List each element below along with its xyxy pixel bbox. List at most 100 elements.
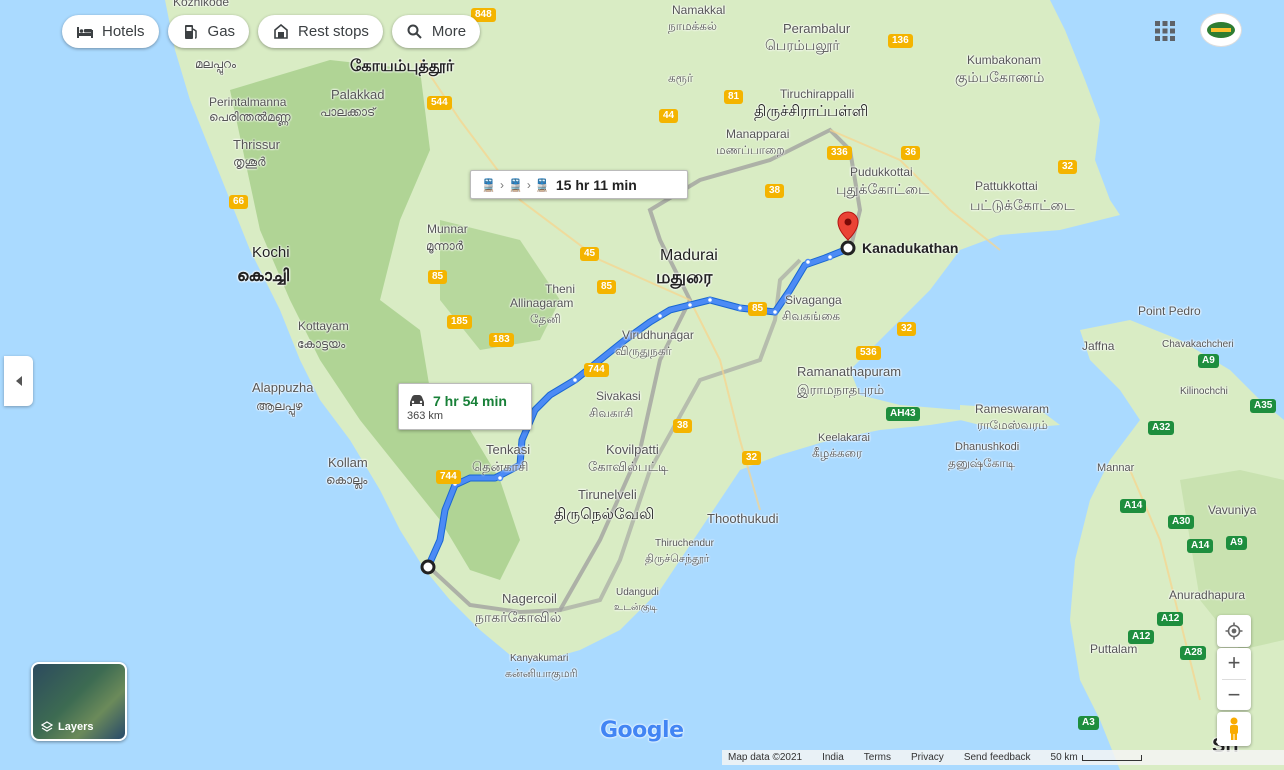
- road-shield: A9: [1226, 536, 1247, 550]
- rest-stop-icon: [272, 23, 290, 41]
- transit-route-callout[interactable]: 🚆 › 🚆 › 🚆 15 hr 11 min: [470, 170, 688, 199]
- place-pudukkottai-ta: புதுக்கோட்டை: [836, 181, 930, 197]
- region-link[interactable]: India: [822, 752, 844, 763]
- place-ramanathapuram-ta: இராமநாதபுரம்: [797, 382, 885, 397]
- place-pattukkottai-ta: பட்டுக்கோட்டை: [970, 197, 1075, 213]
- scale-bar[interactable]: 50 km: [1051, 752, 1142, 763]
- place-rameswaram-ta: ராமேஸ்வரம்: [977, 418, 1048, 432]
- place-kanyakumari-ta: கன்னியாகுமரி: [505, 668, 578, 680]
- place-pudukkottai: Pudukkottai: [850, 165, 913, 179]
- my-location-button[interactable]: [1217, 615, 1251, 647]
- road-shield: A12: [1157, 612, 1184, 626]
- place-madurai: Madurai: [660, 247, 718, 264]
- more-chip[interactable]: More: [391, 15, 481, 48]
- gas-chip[interactable]: Gas: [167, 15, 250, 48]
- destination-label[interactable]: Kanadukathan: [862, 240, 958, 256]
- account-avatar[interactable]: [1200, 13, 1242, 47]
- place-malappuram-ml: മലപ്പുറം: [195, 57, 237, 71]
- place-kochi-ml: കൊച്ചി: [237, 268, 289, 285]
- place-chavakachcheri: Chavakachcheri: [1162, 339, 1234, 350]
- privacy-link[interactable]: Privacy: [911, 752, 944, 763]
- chevron-right-icon: ›: [499, 177, 504, 192]
- road-shield: 85: [428, 270, 448, 284]
- hotels-chip-label: Hotels: [102, 23, 145, 40]
- place-kovilpatti-ta: கோவில்பட்டி: [588, 459, 669, 474]
- street-view-pegman[interactable]: [1217, 712, 1251, 746]
- road-shield: A12: [1128, 630, 1155, 644]
- origin-marker-icon: [420, 559, 436, 575]
- caret-left-icon: [15, 376, 22, 386]
- road-shield: 85: [748, 302, 768, 316]
- drive-duration: 7 hr 54 min: [433, 393, 507, 409]
- google-logo: Google: [600, 718, 684, 743]
- place-thiruchendur: Thiruchendur: [655, 538, 714, 549]
- rest-stops-chip[interactable]: Rest stops: [258, 15, 383, 48]
- place-tirunelveli: Tirunelveli: [578, 487, 637, 502]
- road-shield: 536: [856, 346, 881, 360]
- road-shield: 44: [659, 109, 679, 123]
- place-theni-ta: தேனி: [530, 312, 561, 326]
- road-shield: 744: [584, 363, 609, 377]
- place-kilinochchi: Kilinochchi: [1180, 386, 1228, 397]
- scale-label: 50 km: [1050, 752, 1078, 763]
- more-chip-label: More: [431, 23, 467, 40]
- train-icon: 🚆: [481, 177, 496, 192]
- place-manapparai: Manapparai: [726, 127, 790, 141]
- place-kovilpatti: Kovilpatti: [606, 442, 659, 457]
- road-shield: 36: [901, 146, 921, 160]
- road-shield: 32: [1058, 160, 1078, 174]
- bed-icon: [76, 23, 94, 41]
- transit-duration: 15 hr 11 min: [555, 176, 637, 193]
- place-udangudi-ta: உடன்குடி: [614, 602, 658, 613]
- terms-link[interactable]: Terms: [864, 752, 891, 763]
- place-thiruchendur-ta: திருச்செந்தூர்: [645, 553, 710, 565]
- drive-distance: 363 km: [407, 410, 444, 422]
- place-coimbatore-ta: கோயம்புத்தூர்: [350, 58, 455, 75]
- place-allinagaram: Allinagaram: [510, 296, 574, 310]
- layers-button[interactable]: Layers: [31, 662, 127, 741]
- place-virudhunagar-ta: விருதுநகர்: [615, 344, 672, 358]
- place-keelakarai-ta: கீழக்கரை: [812, 446, 863, 460]
- place-kochi: Kochi: [252, 244, 290, 261]
- place-jaffna: Jaffna: [1082, 339, 1115, 353]
- zoom-out-button[interactable]: −: [1217, 680, 1251, 711]
- account-logo-icon: [1207, 22, 1235, 38]
- place-tenkasi: Tenkasi: [486, 442, 531, 457]
- apps-grid-icon[interactable]: [1154, 20, 1176, 42]
- place-vavuniya: Vavuniya: [1208, 503, 1257, 517]
- place-kollam: Kollam: [328, 455, 368, 470]
- place-namakkal-ta: நாமக்கல்: [668, 19, 717, 33]
- place-tiruchirappalli-ta: திருச்சிராப்பள்ளி: [754, 103, 869, 120]
- map-canvas[interactable]: Kozhikode Namakkal நாமக்கல் Perambalur ப…: [0, 0, 1284, 770]
- map-footer: Map data ©2021 India Terms Privacy Send …: [722, 750, 1284, 765]
- layers-label: Layers: [58, 721, 94, 733]
- place-perintalmanna: Perintalmanna: [209, 95, 287, 109]
- collapse-side-panel-button[interactable]: [4, 356, 33, 406]
- place-thoothukudi: Thoothukudi: [707, 511, 779, 526]
- place-alappuzha-ml: ആലപ്പുഴ: [256, 399, 303, 413]
- road-shield: A3: [1078, 716, 1099, 730]
- place-dhanushkodi: Dhanushkodi: [955, 441, 1020, 453]
- road-shield: 85: [597, 280, 617, 294]
- road-shield: 45: [580, 247, 600, 261]
- place-rameswaram: Rameswaram: [975, 402, 1050, 416]
- category-chips: Hotels Gas Rest stops More: [62, 15, 481, 48]
- place-karur-ta: கரூர்: [668, 71, 694, 85]
- road-shield: 38: [673, 419, 693, 433]
- zoom-in-button[interactable]: +: [1217, 648, 1251, 679]
- road-shield: 183: [489, 333, 514, 347]
- place-munnar-ml: മൂന്നാർ: [426, 239, 464, 253]
- road-shield: 32: [897, 322, 917, 336]
- map-data-attribution: Map data ©2021: [728, 752, 803, 763]
- place-mannar: Mannar: [1097, 462, 1135, 474]
- hotels-chip[interactable]: Hotels: [62, 15, 159, 48]
- road-shield: 185: [447, 315, 472, 329]
- place-palakkad: Palakkad: [331, 87, 385, 102]
- gas-pump-icon: [182, 23, 200, 41]
- place-munnar: Munnar: [427, 222, 468, 236]
- send-feedback-link[interactable]: Send feedback: [964, 752, 1031, 763]
- driving-route-callout[interactable]: 7 hr 54 min 363 km: [398, 383, 532, 430]
- road-shield: A28: [1180, 646, 1207, 660]
- place-madurai-ta: மதுரை: [656, 267, 713, 287]
- place-kanyakumari: Kanyakumari: [510, 653, 569, 664]
